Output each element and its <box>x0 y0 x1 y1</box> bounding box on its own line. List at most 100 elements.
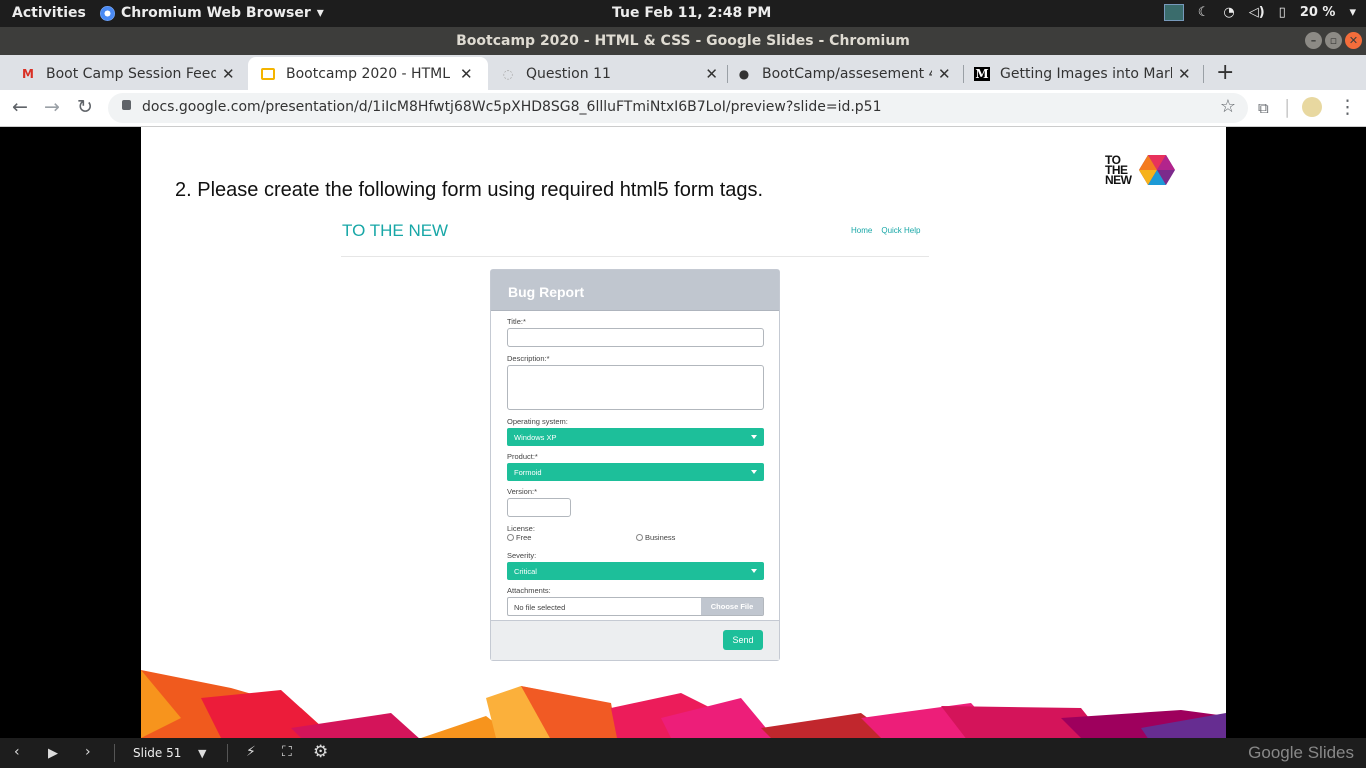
activities-button[interactable]: Activities <box>12 5 86 21</box>
extension-icon[interactable]: ⧉ <box>1258 99 1269 117</box>
tab-title: Bootcamp 2020 - HTML & C <box>286 65 454 82</box>
license-label: License: <box>507 524 535 533</box>
nav-link-home: Home <box>851 226 873 235</box>
system-tray[interactable]: ☾ ◔ ◁) ▯ 20 % ▾ <box>1163 4 1356 21</box>
close-icon[interactable]: ✕ <box>222 65 235 83</box>
tab-slides[interactable]: Bootcamp 2020 - HTML & C ✕ <box>248 57 488 90</box>
tab-strip: M Boot Camp Session Feedb ✕ Bootcamp 202… <box>0 55 1366 90</box>
product-select-value: Formoid <box>514 468 542 477</box>
clock[interactable]: Tue Feb 11, 2:48 PM <box>612 5 771 21</box>
caret-down-icon <box>751 569 757 573</box>
loading-icon: ◌ <box>502 66 514 81</box>
forward-arrow-icon[interactable]: → <box>44 96 60 118</box>
version-label: Version:* <box>507 487 538 496</box>
app-menu[interactable]: Chromium Web Browser ▾ <box>100 5 324 21</box>
medium-icon: M <box>974 66 990 81</box>
form-site-title: TO THE NEW <box>342 221 449 240</box>
slide-controls-bar: ‹ ▶ › Slide 51 ▼ ⚡ ⛶ ⚙ Google Slides <box>0 738 1366 768</box>
window-title: Bootcamp 2020 - HTML & CSS - Google Slid… <box>456 33 910 49</box>
title-input <box>507 328 764 347</box>
laser-pointer-icon[interactable]: ⚡ <box>246 744 256 760</box>
slide-viewer: 2. Please create the following form usin… <box>0 127 1366 738</box>
file-input: No file selected Choose File <box>507 597 764 616</box>
bug-report-form: Bug Report Title:* Description:* Operati… <box>490 269 780 661</box>
description-label: Description:* <box>507 354 550 363</box>
no-file-text: No file selected <box>514 603 566 612</box>
caret-down-icon <box>751 435 757 439</box>
minimize-button[interactable]: – <box>1305 32 1322 49</box>
slide-number[interactable]: Slide 51 <box>133 746 181 760</box>
tab-question[interactable]: ◌ Question 11 ✕ <box>488 57 728 90</box>
tab-title: Boot Camp Session Feedb <box>46 65 216 82</box>
question-text: 2. Please create the following form usin… <box>175 179 764 201</box>
tab-medium[interactable]: M Getting Images into Mark ✕ <box>964 57 1204 90</box>
wifi-icon: ◔ <box>1223 5 1235 20</box>
slide-canvas: 2. Please create the following form usin… <box>141 127 1226 738</box>
caret-down-icon <box>751 470 757 474</box>
title-label: Title:* <box>507 317 526 326</box>
volume-icon: ◁) <box>1248 5 1265 20</box>
fullscreen-icon[interactable]: ⛶ <box>282 744 292 760</box>
gear-icon[interactable]: ⚙ <box>313 742 328 762</box>
next-slide-icon[interactable]: › <box>85 744 91 760</box>
header-divider <box>341 256 929 257</box>
battery-icon: ▯ <box>1278 5 1286 20</box>
close-icon[interactable]: ✕ <box>705 65 718 83</box>
license-free-label: Free <box>516 533 532 542</box>
night-light-icon: ☾ <box>1197 5 1210 20</box>
maximize-button[interactable]: ▫ <box>1325 32 1342 49</box>
indicator-app-icon[interactable] <box>1163 4 1184 21</box>
chevron-down-icon: ▾ <box>1349 5 1356 20</box>
address-bar[interactable]: docs.google.com/presentation/d/1iIcM8Hfw… <box>108 93 1248 123</box>
logo-gem-icon <box>1138 155 1175 185</box>
window-title-bar: Bootcamp 2020 - HTML & CSS - Google Slid… <box>0 27 1366 55</box>
severity-select: Critical <box>507 562 764 580</box>
severity-label: Severity: <box>507 551 537 560</box>
back-arrow-icon[interactable]: ← <box>12 96 28 118</box>
new-tab-button[interactable]: + <box>1216 60 1234 85</box>
slides-icon <box>260 67 276 81</box>
to-the-new-logo: TO THE NEW <box>1105 153 1176 187</box>
tab-gmail[interactable]: M Boot Camp Session Feedb ✕ <box>0 57 248 90</box>
os-label: Operating system: <box>507 417 568 426</box>
close-window-button[interactable]: ✕ <box>1345 32 1362 49</box>
google-slides-brand: Google Slides <box>1248 743 1354 762</box>
product-select: Formoid <box>507 463 764 481</box>
form-heading: Bug Report <box>491 270 779 311</box>
url-text[interactable]: docs.google.com/presentation/d/1iIcM8Hfw… <box>142 99 882 115</box>
toolbar-divider: | <box>1284 96 1291 118</box>
controls-divider <box>227 744 228 762</box>
tab-title: Getting Images into Mark <box>1000 65 1172 82</box>
close-icon[interactable]: ✕ <box>1178 65 1191 83</box>
close-icon[interactable]: ✕ <box>938 65 951 83</box>
more-menu-icon[interactable]: ⋮ <box>1338 96 1357 118</box>
tab-github[interactable]: ● BootCamp/assesement 4 ✕ <box>728 57 964 90</box>
severity-select-value: Critical <box>514 567 537 576</box>
reload-icon[interactable]: ↻ <box>77 96 93 118</box>
gmail-icon: M <box>22 66 34 81</box>
close-icon[interactable]: ✕ <box>460 65 473 83</box>
chevron-down-icon: ▾ <box>316 5 324 21</box>
send-button: Send <box>723 630 763 650</box>
tab-separator <box>1203 65 1204 83</box>
os-select-value: Windows XP <box>514 433 557 442</box>
controls-divider <box>114 744 115 762</box>
license-business-label: Business <box>645 533 676 542</box>
tab-title: BootCamp/assesement 4 <box>762 65 932 82</box>
lock-icon <box>122 100 131 110</box>
version-input <box>507 498 571 517</box>
play-icon[interactable]: ▶ <box>48 746 58 761</box>
radio-icon <box>507 534 514 541</box>
os-select: Windows XP <box>507 428 764 446</box>
battery-percentage: 20 % <box>1299 5 1336 20</box>
chevron-down-icon[interactable]: ▼ <box>198 747 206 760</box>
app-menu-label: Chromium Web Browser <box>121 5 311 21</box>
bookmark-star-icon[interactable]: ☆ <box>1220 96 1236 117</box>
form-footer: Send <box>491 620 779 660</box>
chromium-icon <box>100 5 115 21</box>
previous-slide-icon[interactable]: ‹ <box>14 744 20 760</box>
attachments-label: Attachments: <box>507 586 551 595</box>
browser-toolbar: ← → ↻ docs.google.com/presentation/d/1iI… <box>0 90 1366 127</box>
slide-footer-artwork <box>141 670 1226 738</box>
profile-avatar-icon[interactable] <box>1302 97 1322 117</box>
